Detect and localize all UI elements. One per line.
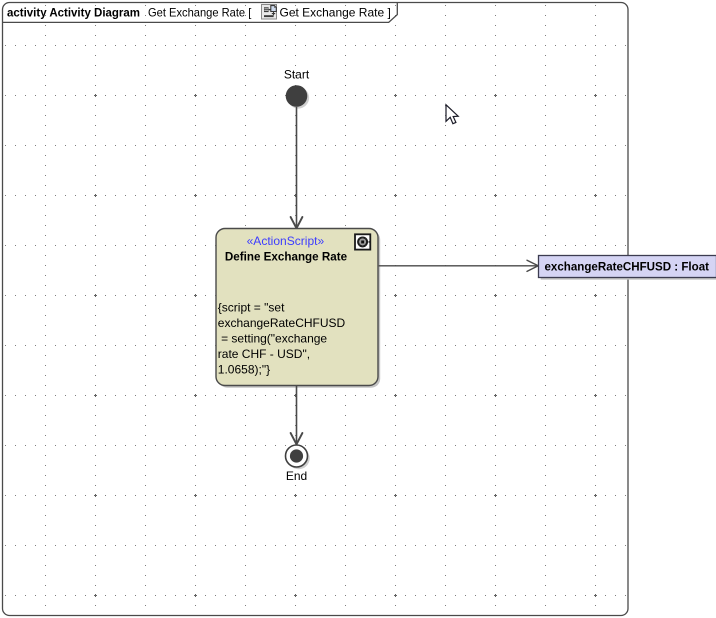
- svg-text:End: End: [286, 469, 307, 483]
- svg-text:Get Exchange Rate [: Get Exchange Rate [: [148, 6, 252, 20]
- svg-text:1.0658);"}: 1.0658);"}: [218, 362, 270, 376]
- svg-text:«ActionScript»: «ActionScript»: [247, 234, 325, 248]
- svg-text:rate CHF - USD",: rate CHF - USD",: [218, 347, 310, 361]
- svg-text:exchangeRateCHFUSD : Float: exchangeRateCHFUSD : Float: [545, 260, 710, 274]
- svg-text:{script = "set: {script = "set: [218, 301, 285, 315]
- svg-text:= setting("exchange: = setting("exchange: [221, 332, 327, 346]
- svg-text:Get Exchange Rate ]: Get Exchange Rate ]: [280, 6, 391, 20]
- svg-text:exchangeRateCHFUSD: exchangeRateCHFUSD: [218, 316, 346, 330]
- svg-text:Start: Start: [284, 68, 310, 82]
- svg-text:activity Activity Diagram: activity Activity Diagram: [7, 6, 140, 20]
- svg-text:Define Exchange Rate: Define Exchange Rate: [225, 250, 348, 264]
